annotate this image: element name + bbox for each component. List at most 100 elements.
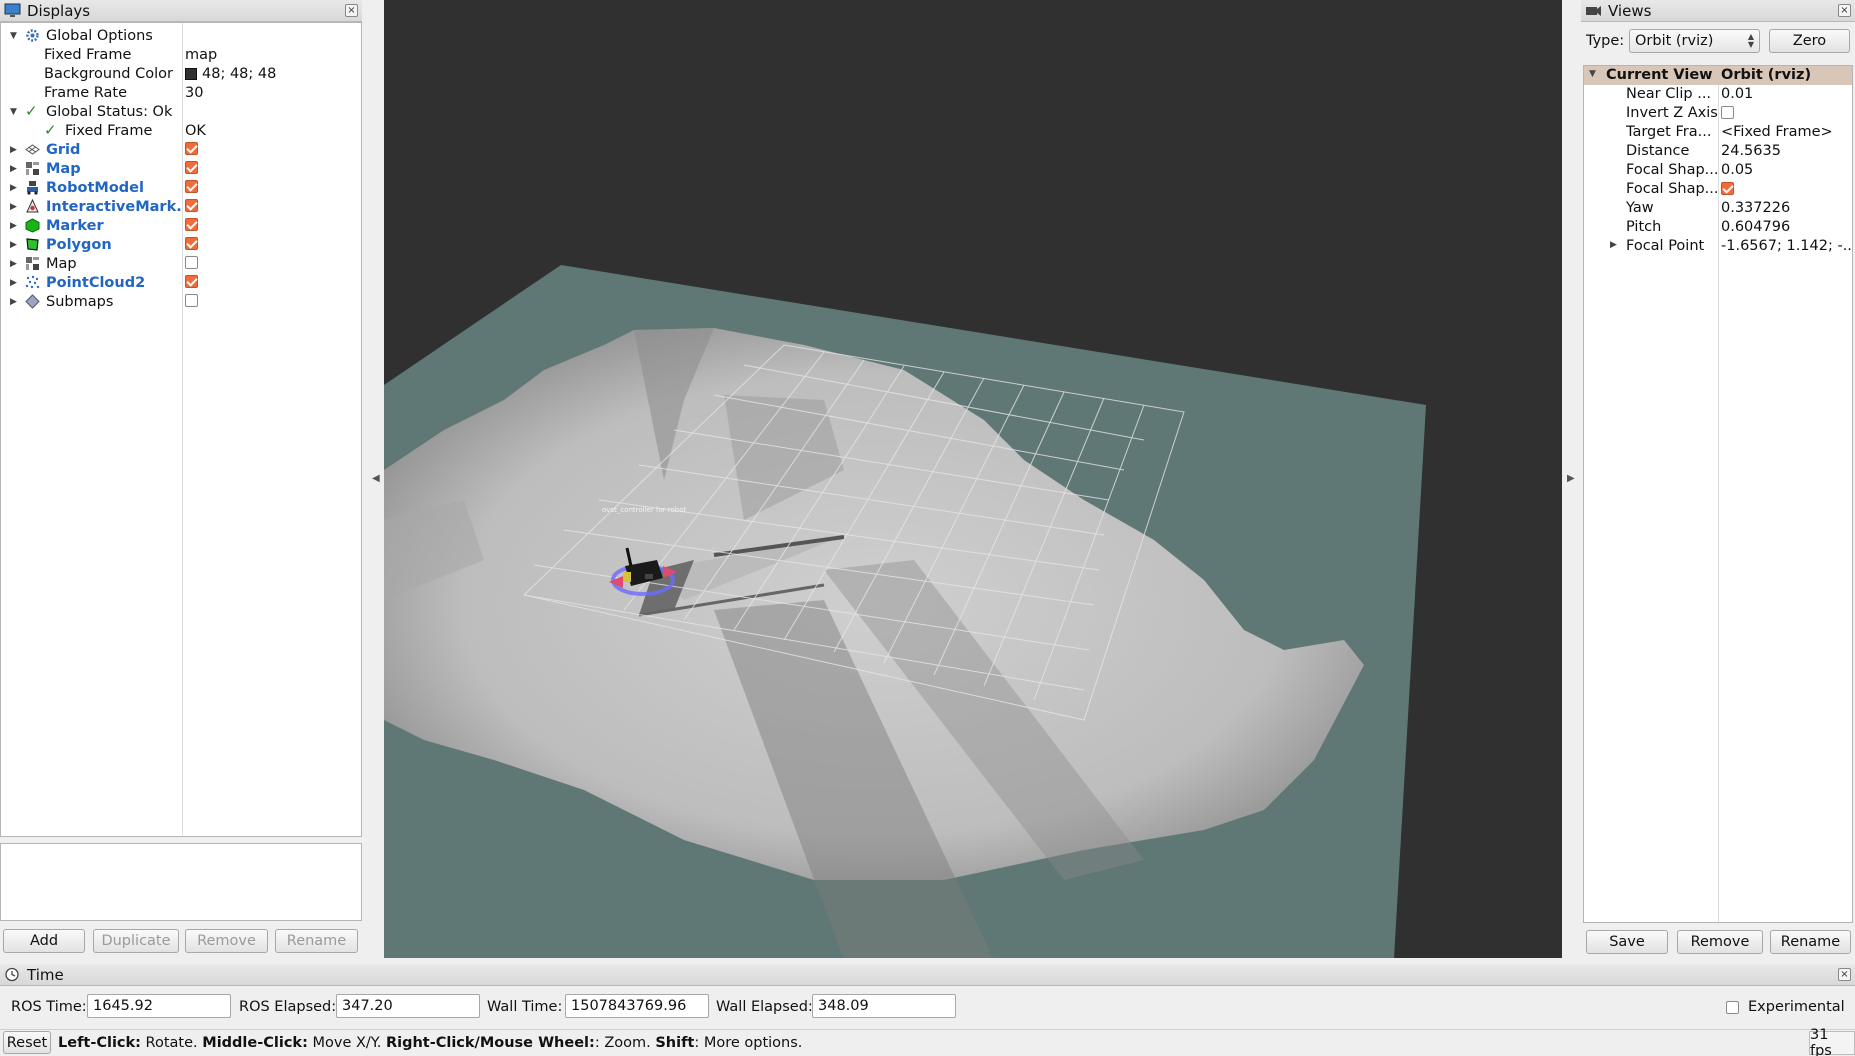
background-color-value[interactable]: 48; 48; 48 [185, 66, 276, 82]
add-button[interactable]: Add [3, 929, 85, 953]
prop-value[interactable]: 0.604796 [1721, 219, 1851, 235]
current-view-value: Orbit (rviz) [1721, 67, 1812, 83]
view-prop-invert-z[interactable]: Invert Z Axis [1584, 104, 1852, 123]
tree-row-global-status[interactable]: ▼ ✓ Global Status: Ok [1, 102, 361, 121]
submaps-icon [25, 294, 40, 309]
ros-time-field[interactable]: 1645.92 [87, 994, 231, 1018]
prop-value[interactable]: <Fixed Frame> [1721, 124, 1851, 140]
close-icon[interactable]: × [1838, 4, 1851, 17]
zero-button[interactable]: Zero [1769, 29, 1850, 53]
wall-elapsed-label: Wall Elapsed: [716, 999, 813, 1015]
collapse-right-handle[interactable]: ▶ [1567, 473, 1575, 484]
views-tree[interactable]: ▼ Current View Orbit (rviz) Near Clip ..… [1583, 65, 1853, 923]
prop-value[interactable]: -1.6567; 1.142; -... [1721, 238, 1851, 254]
frame-rate-value[interactable]: 30 [185, 85, 203, 101]
map-icon [26, 162, 39, 175]
chevron-right-icon[interactable]: ▶ [10, 259, 20, 269]
display-item-pointcloud2[interactable]: ▶ PointCloud2 [1, 273, 361, 292]
display-item-checkbox[interactable] [185, 142, 198, 159]
prop-value[interactable]: 24.5635 [1721, 143, 1851, 159]
chevron-right-icon[interactable]: ▶ [1610, 240, 1617, 250]
hint-key: Left-Click: [58, 1035, 141, 1051]
display-item-label: InteractiveMark... [46, 198, 181, 215]
tree-row-frame-rate[interactable]: Frame Rate 30 [1, 83, 361, 102]
display-item-checkbox[interactable] [185, 275, 198, 292]
rename-view-button[interactable]: Rename [1770, 930, 1851, 954]
map-icon [26, 257, 39, 270]
view-prop-focal-shape-size[interactable]: Focal Shap... 0.05 [1584, 161, 1852, 180]
status-fixed-frame-value: OK [185, 122, 206, 139]
display-item-checkbox[interactable] [185, 294, 198, 311]
display-item-label: Map [46, 160, 81, 177]
chevron-down-icon[interactable]: ▼ [10, 107, 20, 117]
render-viewport[interactable]: ovst_controller for robot [384, 0, 1562, 958]
tree-row-global-options[interactable]: ▼ Global Options [1, 26, 361, 45]
chevron-right-icon[interactable]: ▶ [10, 297, 20, 307]
rename-button[interactable]: Rename [275, 929, 358, 953]
chevron-down-icon[interactable]: ▼ [10, 31, 20, 41]
view-prop-focal-point[interactable]: ▶ Focal Point -1.6567; 1.142; -... [1584, 237, 1852, 256]
display-item-polygon[interactable]: ▶ Polygon [1, 235, 361, 254]
monitor-icon [4, 3, 21, 17]
tree-row-fixed-frame[interactable]: Fixed Frame map [1, 45, 361, 64]
view-type-select[interactable]: Orbit (rviz) ▲ ▼ [1629, 29, 1760, 53]
chevron-right-icon[interactable]: ▶ [10, 183, 20, 193]
display-item-interactive-markers[interactable]: ▶ InteractiveMark... [1, 197, 361, 216]
checkmark-icon: ✓ [44, 121, 57, 139]
display-item-submaps[interactable]: ▶ Submaps [1, 292, 361, 311]
experimental-checkbox[interactable] [1726, 1001, 1739, 1018]
display-item-checkbox[interactable] [185, 237, 198, 254]
display-item-marker[interactable]: ▶ Marker [1, 216, 361, 235]
displays-titlebar[interactable]: Displays × [0, 0, 362, 22]
close-icon[interactable]: × [1838, 968, 1851, 981]
view-prop-focal-shape-fixed[interactable]: Focal Shap... [1584, 180, 1852, 199]
status-bar: Reset Left-Click: Rotate. Middle-Click: … [0, 1027, 1855, 1056]
reset-button[interactable]: Reset [3, 1031, 51, 1054]
views-titlebar[interactable]: Views × [1581, 0, 1855, 22]
chevron-down-icon[interactable]: ▼ [1589, 69, 1596, 79]
remove-view-button[interactable]: Remove [1677, 930, 1763, 954]
display-item-map[interactable]: ▶ Map [1, 159, 361, 178]
close-icon[interactable]: × [345, 4, 358, 17]
view-prop-yaw[interactable]: Yaw 0.337226 [1584, 199, 1852, 218]
remove-button[interactable]: Remove [185, 929, 268, 953]
display-item-checkbox[interactable] [185, 256, 198, 273]
chevron-right-icon[interactable]: ▶ [10, 278, 20, 288]
prop-value[interactable]: 0.337226 [1721, 200, 1851, 216]
display-item-checkbox[interactable] [185, 218, 198, 235]
chevron-right-icon[interactable]: ▶ [10, 164, 20, 174]
view-prop-distance[interactable]: Distance 24.5635 [1584, 142, 1852, 161]
display-item-label: Submaps [46, 293, 114, 310]
tree-row-status-fixed-frame[interactable]: ✓ Fixed Frame OK [1, 121, 361, 140]
prop-label: Invert Z Axis [1626, 105, 1718, 121]
display-item-map-2[interactable]: ▶ Map [1, 254, 361, 273]
fixed-frame-value[interactable]: map [185, 47, 217, 63]
current-view-row[interactable]: ▼ Current View Orbit (rviz) [1584, 66, 1852, 85]
wall-elapsed-field[interactable]: 348.09 [812, 994, 956, 1018]
display-item-grid[interactable]: ▶ Grid [1, 140, 361, 159]
ros-elapsed-field[interactable]: 347.20 [336, 994, 480, 1018]
time-titlebar[interactable]: Time × [0, 964, 1855, 986]
display-item-checkbox[interactable] [185, 199, 198, 216]
chevron-right-icon[interactable]: ▶ [10, 240, 20, 250]
wall-time-field[interactable]: 1507843769.96 [565, 994, 709, 1018]
duplicate-button[interactable]: Duplicate [93, 929, 179, 953]
display-item-robotmodel[interactable]: ▶ RobotModel [1, 178, 361, 197]
view-prop-target-frame[interactable]: Target Fra... <Fixed Frame> [1584, 123, 1852, 142]
prop-value[interactable]: 0.01 [1721, 86, 1851, 102]
chevron-right-icon[interactable]: ▶ [10, 221, 20, 231]
tree-row-background-color[interactable]: Background Color 48; 48; 48 [1, 64, 361, 83]
chevron-right-icon[interactable]: ▶ [10, 202, 20, 212]
view-prop-pitch[interactable]: Pitch 0.604796 [1584, 218, 1852, 237]
collapse-left-handle[interactable]: ◀ [372, 473, 380, 484]
displays-tree[interactable]: ▼ Global Options Fixed Frame map Backgro… [0, 22, 362, 837]
chevron-right-icon[interactable]: ▶ [10, 145, 20, 155]
save-view-button[interactable]: Save [1586, 930, 1668, 954]
view-prop-near-clip[interactable]: Near Clip ... 0.01 [1584, 85, 1852, 104]
display-item-checkbox[interactable] [185, 180, 198, 197]
prop-label: Pitch [1626, 219, 1662, 235]
prop-value[interactable]: 0.05 [1721, 162, 1851, 178]
display-item-checkbox[interactable] [185, 161, 198, 178]
focal-shape-checkbox[interactable] [1721, 182, 1851, 199]
invert-z-checkbox[interactable] [1721, 106, 1851, 123]
